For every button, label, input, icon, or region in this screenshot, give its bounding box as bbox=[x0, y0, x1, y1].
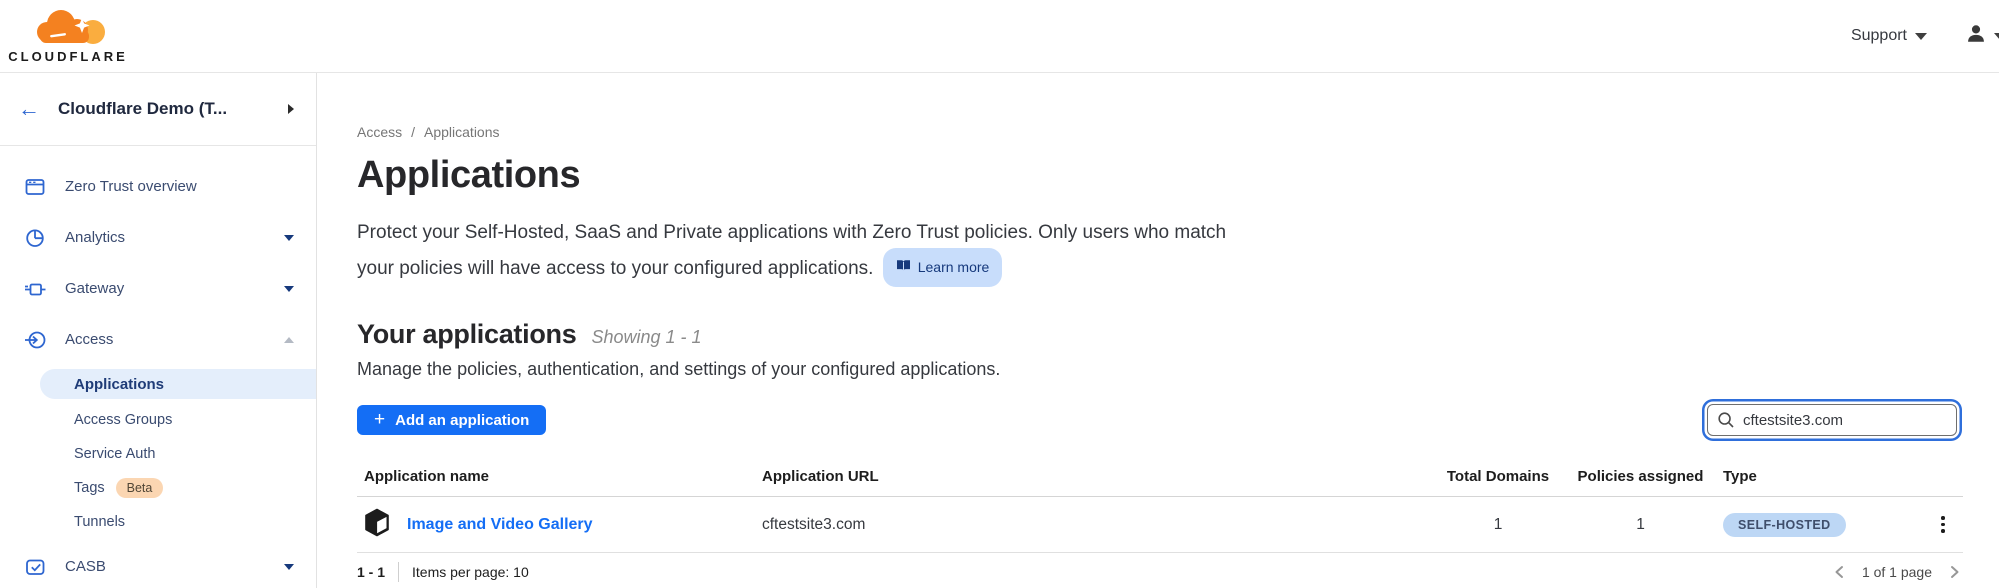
cloudflare-logo[interactable]: CLOUDFLARE bbox=[16, 8, 120, 64]
column-header-application-name: Application name bbox=[357, 468, 762, 485]
column-header-application-url: Application URL bbox=[762, 468, 1438, 485]
cloudflare-cloud-icon bbox=[16, 8, 120, 51]
access-subnav: Applications Access Groups Service Auth … bbox=[0, 365, 316, 539]
search-box bbox=[1707, 404, 1957, 436]
sidebar-nav: Zero Trust overview Analytics Gateway bbox=[0, 146, 316, 588]
sidebar-item-label: Service Auth bbox=[74, 446, 155, 462]
previous-page-button[interactable] bbox=[1831, 563, 1849, 581]
chevron-down-icon bbox=[284, 286, 294, 292]
divider bbox=[398, 562, 399, 582]
sidebar-item-label: CASB bbox=[65, 558, 265, 575]
plus-icon: + bbox=[374, 410, 385, 429]
items-per-page[interactable]: Items per page: 10 bbox=[412, 564, 529, 580]
chevron-right-icon[interactable] bbox=[288, 104, 294, 114]
sidebar-item-gateway[interactable]: Gateway bbox=[0, 263, 316, 314]
chevron-down-icon bbox=[1915, 33, 1927, 40]
column-header-total-domains: Total Domains bbox=[1438, 468, 1558, 485]
book-icon bbox=[896, 252, 911, 283]
page-description: Protect your Self-Hosted, SaaS and Priva… bbox=[357, 217, 1262, 287]
sidebar-item-zero-trust-overview[interactable]: Zero Trust overview bbox=[0, 161, 316, 212]
top-bar: CLOUDFLARE Support bbox=[0, 0, 1999, 73]
sidebar: ← Cloudflare Demo (T... Zero Trust overv… bbox=[0, 73, 317, 588]
table-header-row: Application name Application URL Total D… bbox=[357, 468, 1963, 497]
chevron-down-icon bbox=[1994, 33, 1999, 40]
beta-badge: Beta bbox=[116, 478, 164, 498]
sidebar-item-analytics[interactable]: Analytics bbox=[0, 212, 316, 263]
sidebar-item-label: Gateway bbox=[65, 280, 265, 297]
item-range: 1 - 1 bbox=[357, 564, 385, 580]
table-footer: 1 - 1 Items per page: 10 1 of 1 page bbox=[357, 562, 1963, 582]
showing-count: Showing 1 - 1 bbox=[591, 327, 701, 348]
section-heading: Your applications bbox=[357, 319, 576, 350]
sidebar-item-access-groups[interactable]: Access Groups bbox=[0, 403, 316, 437]
account-title: Cloudflare Demo (T... bbox=[58, 99, 288, 119]
sidebar-item-service-auth[interactable]: Service Auth bbox=[0, 437, 316, 471]
back-arrow-icon[interactable]: ← bbox=[18, 98, 40, 120]
sidebar-item-label: Access bbox=[65, 331, 265, 348]
checkbox-sync-icon bbox=[24, 556, 46, 578]
add-application-button[interactable]: + Add an application bbox=[357, 405, 546, 435]
sidebar-item-applications[interactable]: Applications bbox=[40, 369, 316, 399]
application-cube-icon bbox=[364, 508, 390, 542]
table-row: Image and Video Gallery cftestsite3.com … bbox=[357, 497, 1963, 553]
sidebar-item-label: Applications bbox=[74, 376, 164, 393]
page-description-text: Protect your Self-Hosted, SaaS and Priva… bbox=[357, 222, 1226, 279]
chevron-down-icon bbox=[284, 235, 294, 241]
sidebar-item-label: Zero Trust overview bbox=[65, 178, 294, 195]
sidebar-item-casb[interactable]: CASB bbox=[0, 541, 316, 588]
column-header-policies-assigned: Policies assigned bbox=[1558, 468, 1723, 485]
total-domains-cell: 1 bbox=[1438, 516, 1558, 534]
policies-assigned-cell: 1 bbox=[1558, 516, 1723, 534]
next-page-button[interactable] bbox=[1945, 563, 1963, 581]
type-badge: SELF-HOSTED bbox=[1723, 513, 1846, 537]
user-menu[interactable] bbox=[1965, 23, 1999, 50]
gateway-icon bbox=[24, 278, 46, 300]
search-input[interactable] bbox=[1707, 404, 1957, 436]
row-actions-menu[interactable] bbox=[1923, 512, 1963, 537]
applications-table: Application name Application URL Total D… bbox=[357, 468, 1963, 553]
main-content: Access / Applications Applications Prote… bbox=[317, 73, 1999, 588]
sidebar-item-tunnels[interactable]: Tunnels bbox=[0, 505, 316, 539]
breadcrumb: Access / Applications bbox=[357, 124, 1963, 140]
sidebar-item-label: Access Groups bbox=[74, 412, 172, 428]
page-status: 1 of 1 page bbox=[1862, 564, 1932, 580]
sidebar-item-label: Tags bbox=[74, 480, 105, 496]
cloudflare-wordmark: CLOUDFLARE bbox=[8, 49, 128, 64]
browser-window-icon bbox=[24, 176, 46, 198]
add-application-label: Add an application bbox=[395, 412, 529, 429]
learn-more-label: Learn more bbox=[918, 252, 990, 283]
breadcrumb-separator: / bbox=[411, 124, 415, 140]
breadcrumb-access[interactable]: Access bbox=[357, 124, 402, 140]
sidebar-item-access[interactable]: Access bbox=[0, 314, 316, 365]
support-label: Support bbox=[1851, 27, 1907, 45]
sidebar-item-label: Tunnels bbox=[74, 514, 125, 530]
sidebar-item-label: Analytics bbox=[65, 229, 265, 246]
chevron-up-icon bbox=[284, 337, 294, 343]
user-icon bbox=[1965, 23, 1987, 50]
column-header-type: Type bbox=[1723, 468, 1923, 485]
support-menu[interactable]: Support bbox=[1851, 27, 1927, 45]
learn-more-button[interactable]: Learn more bbox=[883, 248, 1003, 287]
application-name-link[interactable]: Image and Video Gallery bbox=[407, 516, 593, 534]
login-arrow-icon bbox=[24, 329, 46, 351]
sidebar-item-tags[interactable]: Tags Beta bbox=[0, 471, 316, 505]
account-switcher: ← Cloudflare Demo (T... bbox=[0, 73, 316, 146]
breadcrumb-applications[interactable]: Applications bbox=[424, 124, 500, 140]
pie-chart-icon bbox=[24, 227, 46, 249]
application-url-cell: cftestsite3.com bbox=[762, 516, 1438, 534]
chevron-down-icon bbox=[284, 564, 294, 570]
section-description: Manage the policies, authentication, and… bbox=[357, 359, 1963, 380]
page-title: Applications bbox=[357, 153, 1963, 197]
search-icon bbox=[1717, 411, 1735, 429]
